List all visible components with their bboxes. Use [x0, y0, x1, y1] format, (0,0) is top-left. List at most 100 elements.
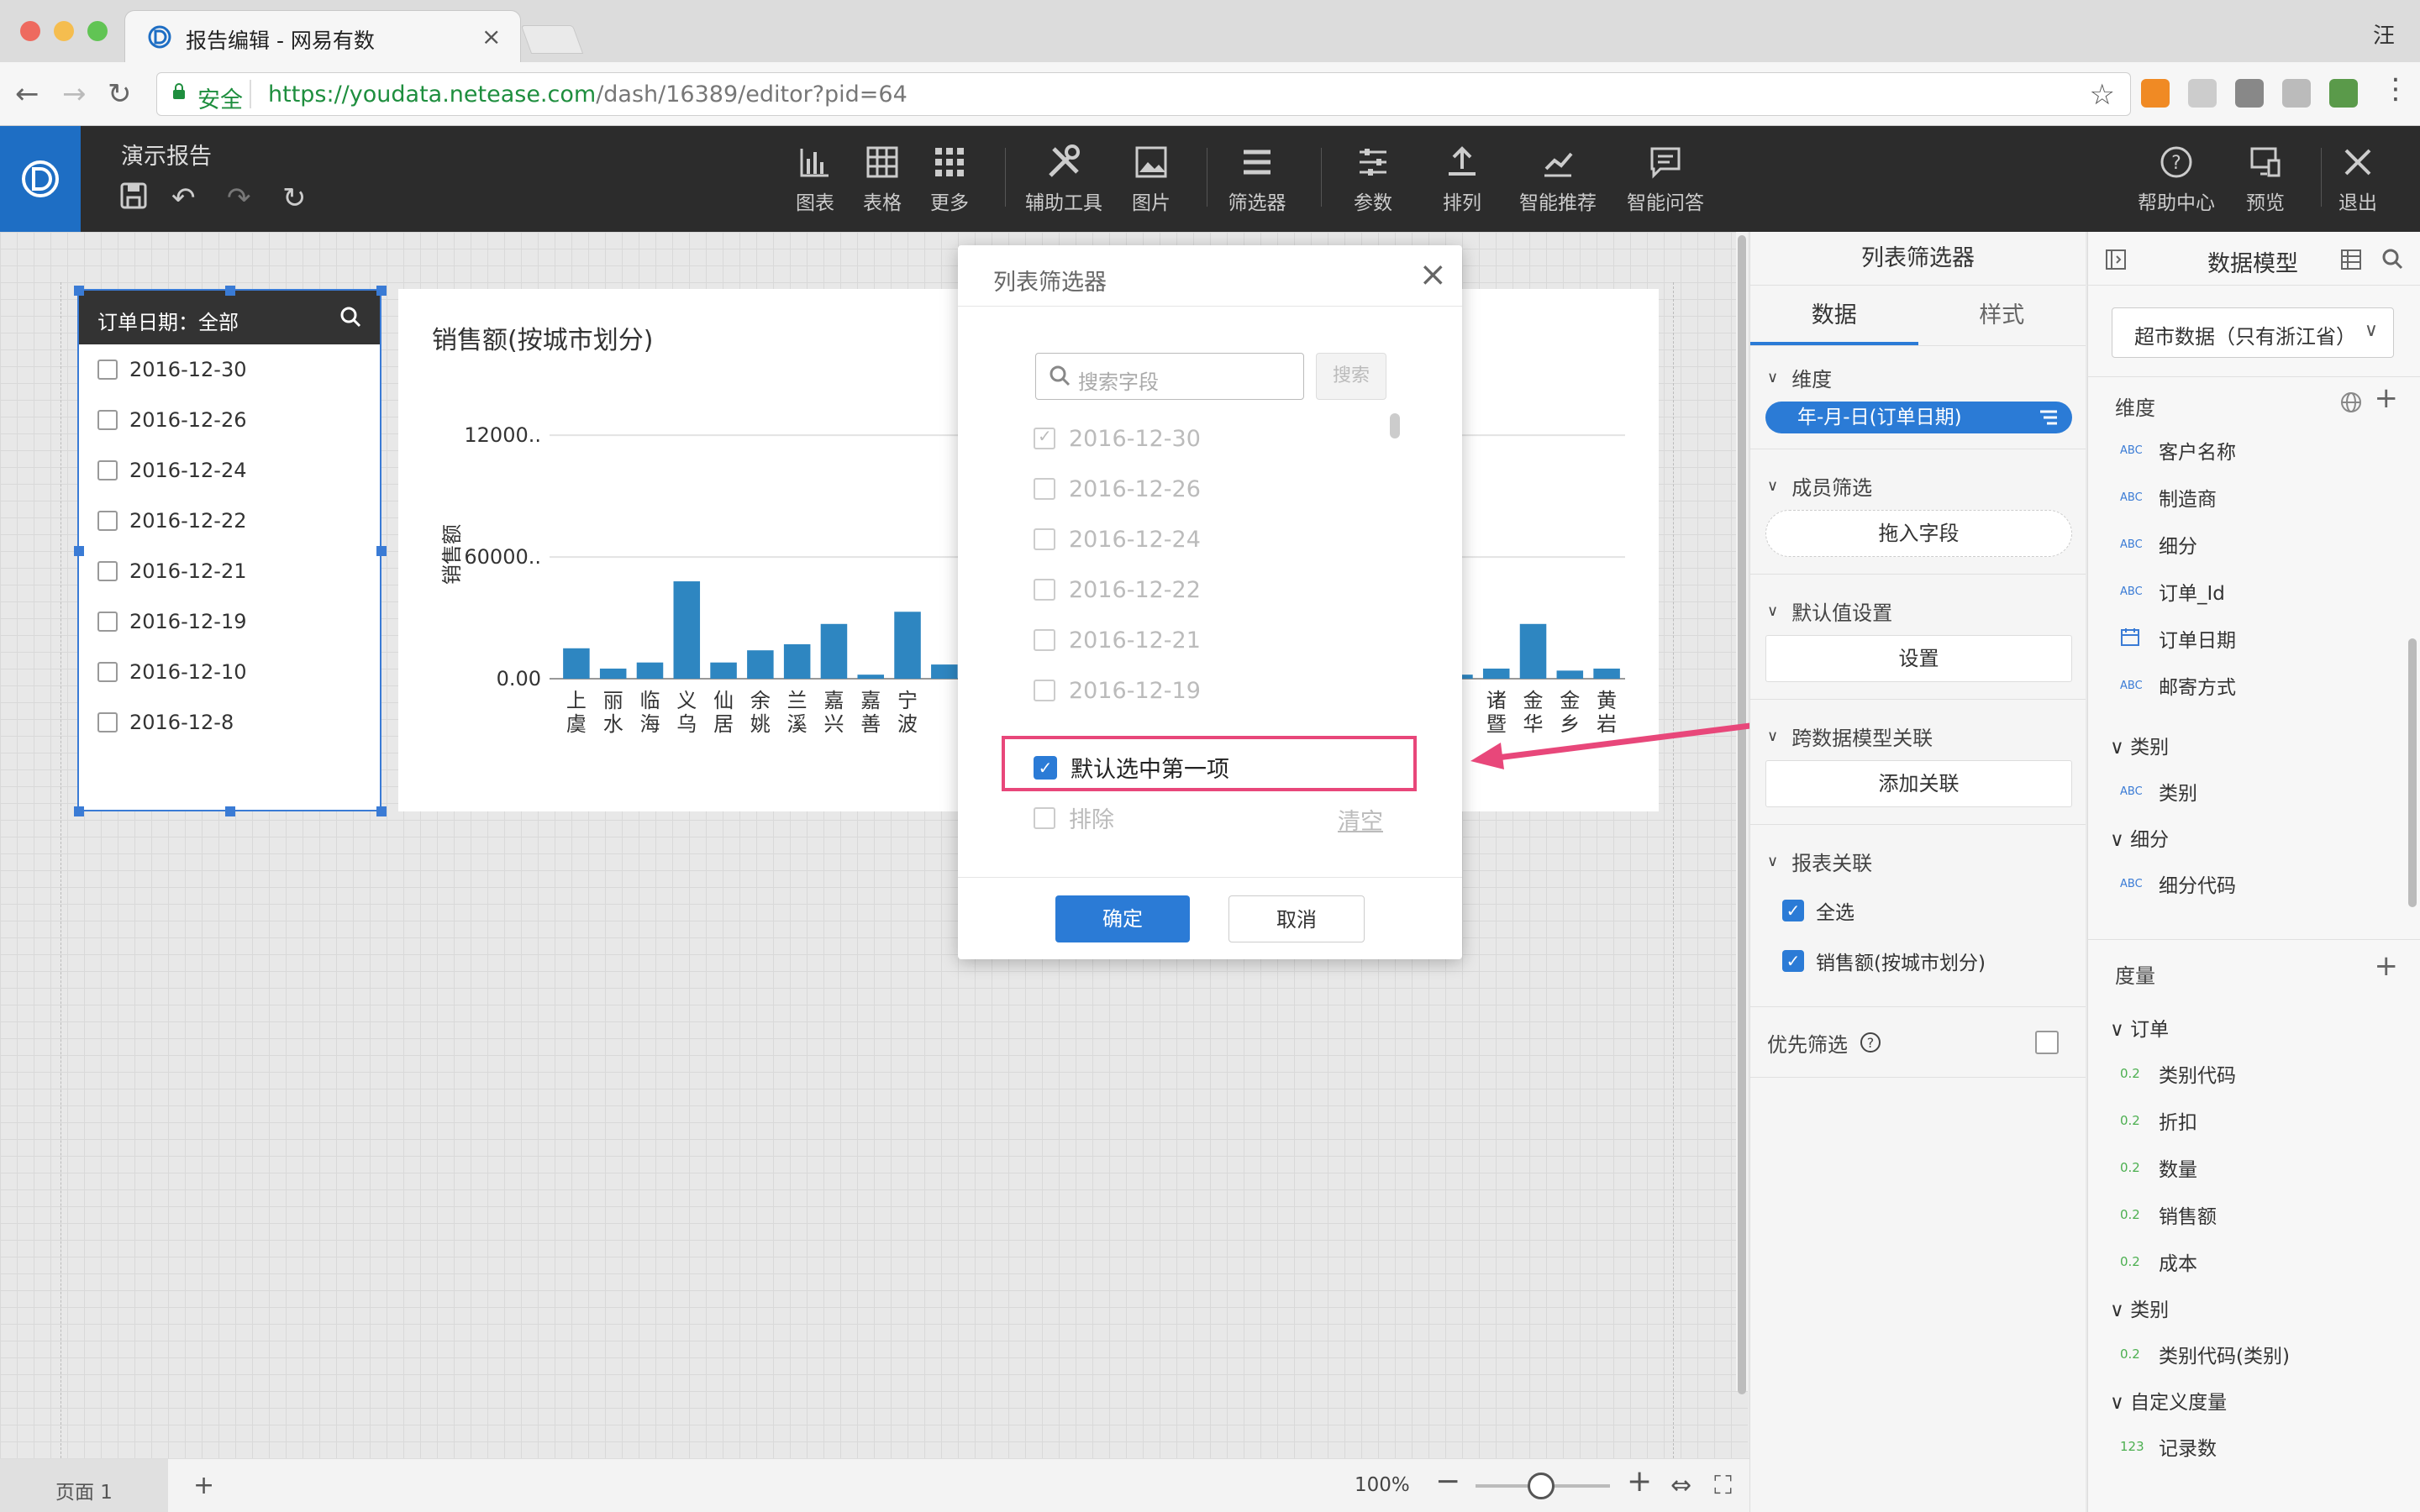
resize-handle[interactable]: [376, 546, 387, 556]
drag-field-dropzone[interactable]: 拖入字段: [1765, 510, 2072, 557]
filter-option[interactable]: 2016-12-10: [79, 647, 380, 697]
extension-icon[interactable]: [2188, 79, 2217, 108]
checkbox-checked[interactable]: ✓: [1034, 755, 1057, 780]
resize-handle[interactable]: [74, 806, 84, 816]
checkbox[interactable]: [97, 662, 118, 682]
measure-field[interactable]: 0.2 成本: [2120, 1245, 2197, 1278]
section-header[interactable]: ∨ 默认值设置: [1750, 586, 2086, 635]
measure-field[interactable]: 0.2 折扣: [2120, 1104, 2197, 1137]
filter-option[interactable]: 2016-12-30: [79, 344, 380, 395]
checkbox[interactable]: [1034, 528, 1055, 550]
resize-handle[interactable]: [74, 286, 84, 296]
resize-handle[interactable]: [225, 286, 235, 296]
browser-menu-icon[interactable]: ⋮: [2381, 72, 2410, 106]
measure-group[interactable]: ∨ 自定义度量: [2110, 1386, 2227, 1415]
dimension-field[interactable]: ABC 邮寄方式: [2120, 669, 2236, 702]
checkbox-checked[interactable]: ✓: [1782, 900, 1804, 921]
fit-width-icon[interactable]: ⇔: [1670, 1471, 1691, 1500]
measure-group[interactable]: ∨ 类别: [2110, 1294, 2169, 1322]
maximize-window-button[interactable]: [87, 21, 108, 41]
dimension-field[interactable]: 订单日期: [2120, 622, 2236, 655]
tab-style[interactable]: 样式: [1918, 286, 2086, 345]
extension-icon[interactable]: [2329, 79, 2358, 108]
minimize-window-button[interactable]: [54, 21, 74, 41]
reload-icon[interactable]: ↻: [108, 77, 132, 111]
toolbar-smart-qa[interactable]: 智能问答: [1623, 143, 1707, 215]
model-panel-scrollbar[interactable]: [2408, 638, 2417, 907]
toolbar-aux-tools[interactable]: 辅助工具: [1022, 143, 1106, 215]
collapse-panel-icon[interactable]: [2105, 249, 2127, 270]
youdata-logo-icon[interactable]: [0, 126, 81, 232]
resize-handle[interactable]: [376, 286, 387, 296]
browser-tab[interactable]: 报告编辑 - 网易有数 ×: [124, 10, 521, 62]
priority-checkbox[interactable]: [2035, 1031, 2059, 1054]
dialog-search-input[interactable]: 搜索字段: [1035, 353, 1304, 400]
globe-icon[interactable]: [2340, 391, 2362, 413]
dialog-option[interactable]: ✓ 2016-12-30: [1034, 413, 1386, 464]
measure-group[interactable]: ∨ 订单: [2110, 1013, 2169, 1042]
checkbox[interactable]: [1034, 680, 1055, 701]
filter-option[interactable]: 2016-12-8: [79, 697, 380, 748]
measure-field[interactable]: 0.2 类别代码(类别): [2120, 1337, 2290, 1371]
checkbox[interactable]: [1034, 629, 1055, 651]
redo-icon[interactable]: ↷: [227, 181, 251, 215]
scrollbar-thumb[interactable]: [1738, 235, 1746, 1394]
dialog-option[interactable]: 2016-12-24: [1034, 514, 1386, 564]
dimension-field[interactable]: ABC 客户名称: [2120, 433, 2236, 467]
toolbar-filter[interactable]: 筛选器: [1215, 143, 1299, 215]
dimension-field[interactable]: ABC 细分: [2120, 528, 2197, 561]
resize-handle[interactable]: [376, 806, 387, 816]
dimension-field[interactable]: ABC 细分代码: [2120, 867, 2236, 900]
checkbox[interactable]: [1034, 806, 1055, 829]
measure-field[interactable]: 123 记录数: [2120, 1430, 2217, 1463]
report-name[interactable]: 演示报告: [121, 138, 212, 171]
new-tab-button[interactable]: [520, 25, 584, 54]
extension-icon[interactable]: [2141, 79, 2170, 108]
checkbox[interactable]: [97, 410, 118, 430]
resize-handle[interactable]: [225, 806, 235, 816]
measure-field[interactable]: 0.2 数量: [2120, 1151, 2197, 1184]
checkbox[interactable]: [97, 712, 118, 732]
dimension-field[interactable]: ABC 制造商: [2120, 480, 2217, 514]
measure-field[interactable]: 0.2 销售额: [2120, 1198, 2217, 1231]
filter-option[interactable]: 2016-12-26: [79, 395, 380, 445]
set-default-button[interactable]: 设置: [1765, 635, 2072, 682]
dialog-close-icon[interactable]: ×: [1418, 255, 1447, 294]
add-page-button[interactable]: +: [193, 1471, 214, 1500]
close-window-button[interactable]: [20, 21, 40, 41]
checkbox[interactable]: [1034, 478, 1055, 500]
extension-icon[interactable]: [2282, 79, 2311, 108]
dimension-group[interactable]: ∨ 类别: [2110, 731, 2169, 759]
section-header[interactable]: ∨ 成员筛选: [1750, 461, 2086, 510]
toolbar-smart-recommend[interactable]: 智能推荐: [1516, 143, 1600, 215]
list-filter-widget[interactable]: 订单日期：全部 2016-12-30 2016-12-26 2016-12-24 20…: [77, 289, 381, 811]
filter-option[interactable]: 2016-12-24: [79, 445, 380, 496]
zoom-slider-handle[interactable]: [1528, 1473, 1555, 1499]
resize-handle[interactable]: [74, 546, 84, 556]
filter-option[interactable]: 2016-12-19: [79, 596, 380, 647]
default-select-first-option[interactable]: ✓ 默认选中第一项: [1034, 751, 1229, 784]
extension-icon[interactable]: [2235, 79, 2264, 108]
cancel-button[interactable]: 取消: [1228, 895, 1365, 942]
dialog-search-button[interactable]: 搜索: [1316, 353, 1386, 400]
dialog-option[interactable]: 2016-12-19: [1034, 665, 1386, 716]
dialog-list-scrollbar[interactable]: [1390, 413, 1400, 438]
checkbox[interactable]: [97, 561, 118, 581]
search-icon[interactable]: [339, 306, 361, 328]
linked-chart-row[interactable]: ✓ 销售额(按城市划分): [1750, 936, 2086, 986]
canvas-scrollbar[interactable]: [1736, 232, 1748, 1394]
dialog-option[interactable]: 2016-12-21: [1034, 615, 1386, 665]
toolbar-more[interactable]: 更多: [908, 143, 992, 215]
refresh-icon[interactable]: ↻: [282, 181, 307, 215]
filter-option[interactable]: 2016-12-22: [79, 496, 380, 546]
toolbar-image[interactable]: 图片: [1109, 143, 1193, 215]
checkbox[interactable]: [97, 511, 118, 531]
measure-field[interactable]: 0.2 类别代码: [2120, 1057, 2236, 1090]
sort-icon[interactable]: [2039, 409, 2059, 426]
toolbar-help-center[interactable]: ? 帮助中心: [2134, 143, 2218, 215]
checkbox[interactable]: [97, 360, 118, 380]
exclude-option[interactable]: 排除: [1034, 801, 1114, 834]
url-field[interactable]: 安全 https://youdata.netease.com/dash/1638…: [156, 72, 2131, 116]
confirm-button[interactable]: 确定: [1055, 895, 1190, 942]
section-header[interactable]: ∨ 报表关联: [1750, 837, 2086, 885]
